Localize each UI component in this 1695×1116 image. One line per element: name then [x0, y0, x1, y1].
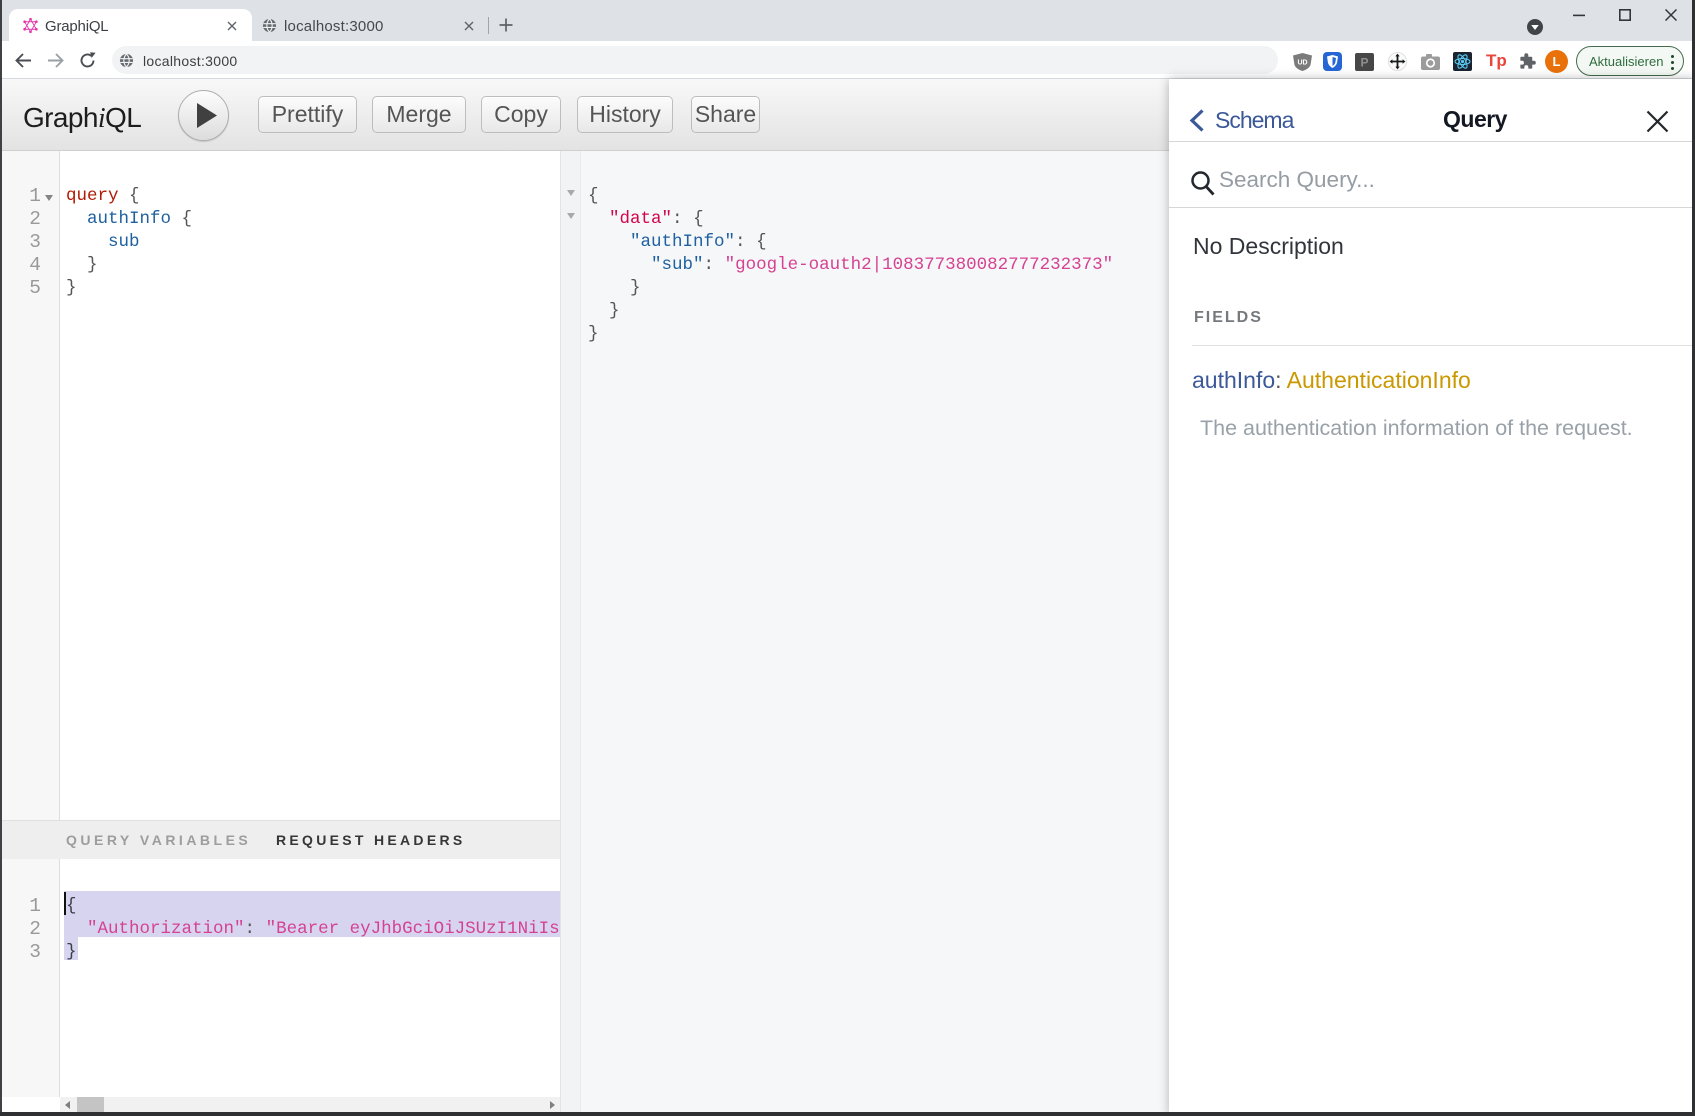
svg-text:UD: UD — [1297, 60, 1307, 67]
svg-text:P: P — [1360, 56, 1368, 70]
